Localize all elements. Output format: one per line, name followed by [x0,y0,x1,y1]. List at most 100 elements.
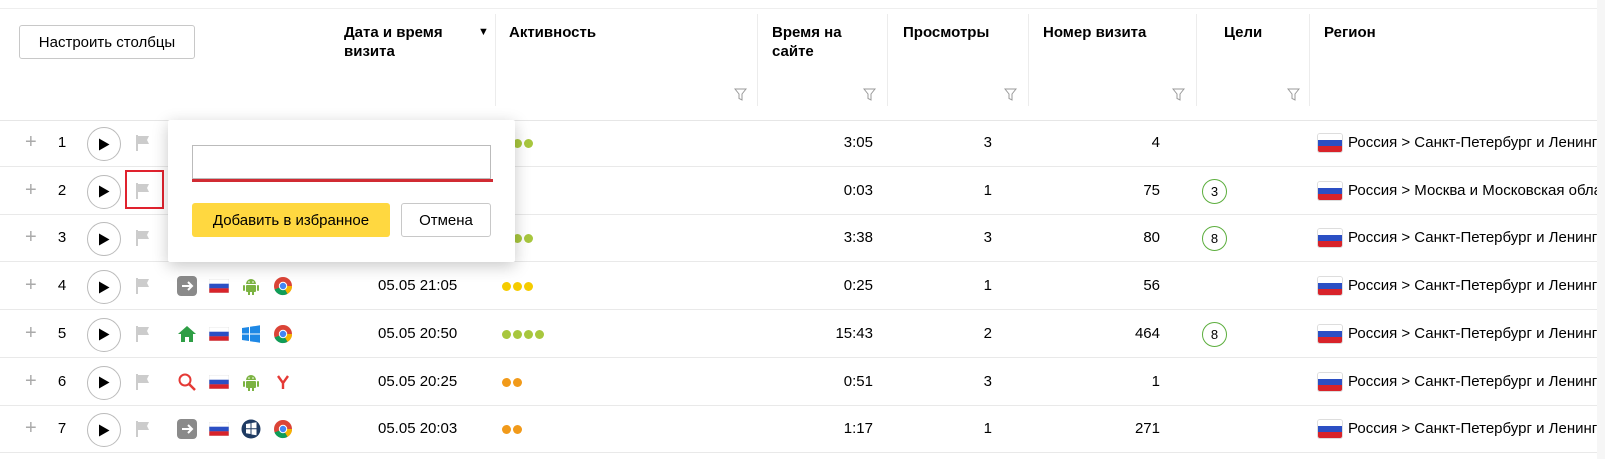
favorite-flag-icon[interactable] [136,373,150,394]
filter-icon[interactable] [1172,88,1185,101]
visit-number: 56 [1143,277,1160,295]
row-number: 7 [57,420,67,438]
favorite-flag-icon[interactable] [136,135,150,155]
views-count: 3 [983,372,992,390]
input-error-underline [192,179,493,182]
column-header-visit-number[interactable]: Номер визита [1043,23,1146,42]
goals-badge[interactable]: 3 [1202,178,1227,204]
android-icon [241,372,261,392]
visit-number: 1 [1151,372,1160,390]
table-row[interactable]: +6 05.05 20:25 0:51 3 1 Россия > Санкт-Петерб… [0,359,1597,406]
expand-row-icon[interactable]: + [25,132,37,152]
visit-number: 75 [1143,181,1160,199]
activity-indicator [502,377,522,387]
region-text: Россия > Санкт-Петербург и Ленинградская… [1348,277,1597,295]
play-icon [99,281,110,294]
expand-row-icon[interactable]: + [25,323,37,343]
favorite-name-input[interactable] [192,145,491,179]
expand-row-icon[interactable]: + [25,275,37,295]
visit-number: 4 [1151,134,1160,151]
column-header-time-on-site[interactable]: Время на сайте [772,23,872,61]
android-icon [241,276,261,296]
play-recording-button[interactable] [87,174,121,209]
table-row[interactable]: +4 05.05 21:05 0:25 1 56 Россия > Санкт-Петер… [0,263,1597,311]
direct-entry-icon [177,419,197,440]
chrome-icon [273,419,293,439]
column-header-views[interactable]: Просмотры [903,23,989,42]
column-header-datetime[interactable]: Дата и время визита [344,23,474,61]
sort-desc-icon[interactable]: ▼ [478,26,489,38]
expand-row-icon[interactable]: + [25,371,37,391]
filter-icon[interactable] [1287,88,1300,101]
visit-number: 464 [1134,324,1160,342]
time-on-site: 3:05 [843,134,873,151]
russia-flag-icon [208,419,230,439]
play-recording-button[interactable] [87,127,121,161]
region-text: Россия > Санкт-Петербург и Ленинградская… [1348,324,1597,342]
column-header-goals[interactable]: Цели [1224,23,1262,42]
home-icon [177,324,197,344]
add-to-favorites-button[interactable]: Добавить в избранное [192,203,390,237]
region-text: Россия > Санкт-Петербург и Ленинградская… [1348,372,1597,390]
goals-badge[interactable]: 8 [1202,321,1227,347]
row-number: 4 [57,277,67,295]
play-recording-button[interactable] [87,413,121,448]
play-recording-button[interactable] [87,317,121,352]
expand-row-icon[interactable]: + [25,180,37,200]
configure-columns-button[interactable]: Настроить столбцы [19,25,195,59]
play-recording-button[interactable] [87,365,121,400]
table-header: Настроить столбцы Дата и время визита ▼ … [0,9,1597,121]
activity-indicator [502,425,522,435]
russia-flag-icon [208,324,230,344]
visit-datetime: 05.05 20:25 [378,372,458,390]
flag-highlight-frame [125,170,164,209]
expand-row-icon[interactable]: + [25,418,37,438]
russia-flag-icon [1318,372,1342,391]
filter-icon[interactable] [863,88,876,101]
views-count: 1 [983,420,992,438]
visit-number: 271 [1134,420,1160,438]
visit-datetime: 05.05 20:50 [378,324,458,342]
time-on-site: 0:51 [843,372,873,390]
russia-flag-icon [208,276,230,296]
russia-flag-icon [1318,181,1342,200]
visit-datetime: 05.05 20:03 [378,420,458,438]
views-count: 1 [983,181,992,199]
play-icon [99,328,110,341]
search-icon [177,372,197,392]
filter-icon[interactable] [1004,88,1017,101]
activity-indicator [502,329,544,339]
row-number: 1 [57,134,67,151]
filter-icon[interactable] [734,88,747,101]
expand-row-icon[interactable]: + [25,227,37,247]
column-header-region[interactable]: Регион [1324,23,1376,42]
play-recording-button[interactable] [87,270,121,305]
region-text: Россия > Санкт-Петербург и Ленинградская… [1348,229,1597,247]
goals-badge[interactable]: 8 [1202,226,1227,252]
play-icon [99,376,110,389]
row-number: 6 [57,372,67,390]
cancel-button[interactable]: Отмена [401,203,491,237]
column-header-activity[interactable]: Активность [509,23,596,42]
windows-icon [241,324,261,344]
table-row[interactable]: +7 05.05 20:03 1:17 1 271 Россия > Санкт-Пете… [0,406,1597,454]
play-recording-button[interactable] [87,222,121,257]
region-text: Россия > Санкт-Петербург и Ленинградская… [1348,420,1597,438]
add-to-favorites-popup: Добавить в избранное Отмена [168,120,515,262]
russia-flag-icon [1318,229,1342,248]
direct-entry-icon [177,276,197,297]
favorite-flag-icon[interactable] [136,230,150,250]
favorite-flag-icon[interactable] [136,278,150,298]
chrome-icon [273,324,293,344]
visit-number: 80 [1143,229,1160,247]
russia-flag-icon [1318,277,1342,296]
time-on-site: 15:43 [835,324,873,342]
favorite-flag-icon[interactable] [136,421,150,441]
region-text: Россия > Москва и Московская область [1348,181,1597,199]
favorite-flag-icon[interactable] [136,325,150,346]
table-row[interactable]: +5 05.05 20:50 15:43 2 464 8 Россия > Санкт-Пе… [0,311,1597,358]
scrollbar[interactable] [1597,0,1605,459]
row-number: 3 [57,229,67,247]
russia-flag-icon [1318,420,1342,439]
russia-flag-icon [208,372,230,392]
